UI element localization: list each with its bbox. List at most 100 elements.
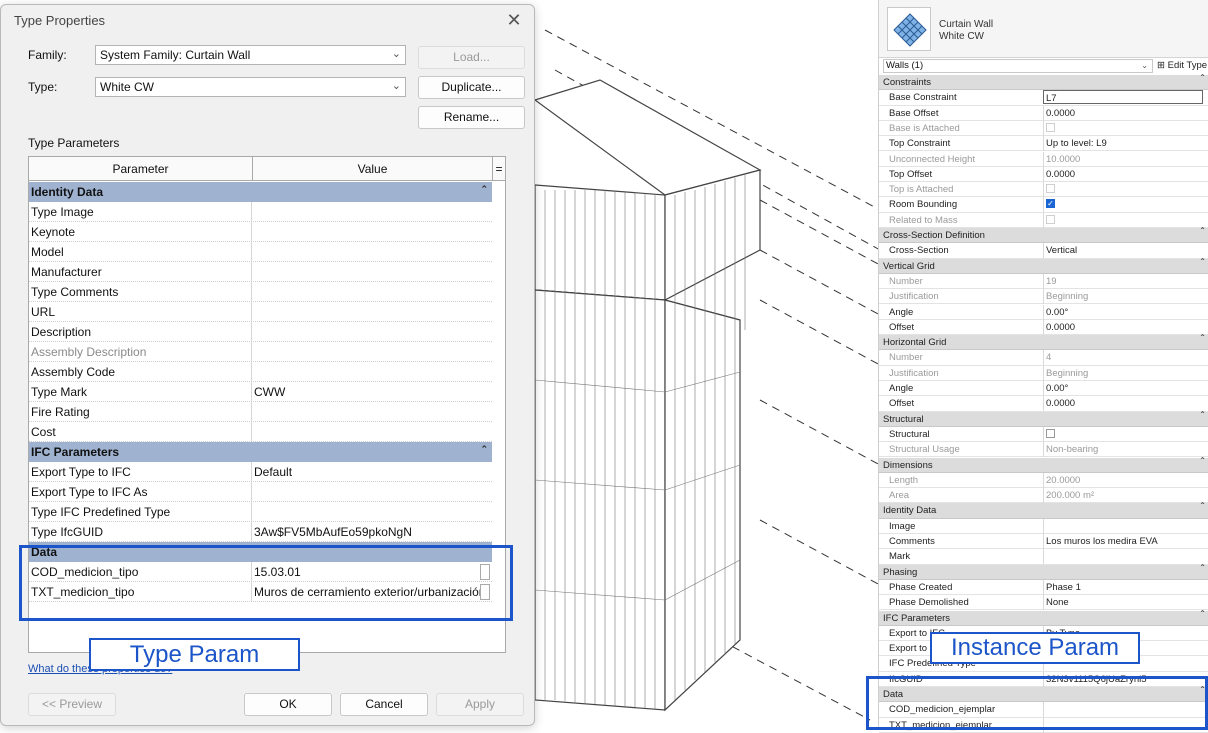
property-row[interactable]: Base Constraint L7 — [879, 90, 1208, 106]
parameter-row[interactable]: Assembly Code — [29, 362, 492, 382]
parameter-value[interactable] — [252, 302, 492, 322]
edit-type-button[interactable]: ⊞ Edit Type — [1157, 59, 1208, 73]
property-row[interactable]: Length 20.0000 — [879, 472, 1208, 489]
property-value[interactable]: ✓ — [1043, 197, 1203, 213]
property-row[interactable]: Related to Mass — [879, 212, 1208, 228]
group-header[interactable]: Identity Data ⌃ — [29, 182, 492, 202]
property-row[interactable]: Phase Created Phase 1 — [879, 579, 1208, 596]
collapse-icon[interactable]: ⌃ — [1199, 456, 1206, 465]
property-value[interactable] — [1043, 518, 1203, 534]
parameter-row[interactable]: Type Comments — [29, 282, 492, 302]
property-row[interactable]: Structural Usage Non-bearing — [879, 442, 1208, 458]
section-header[interactable]: Horizontal Grid ⌃ — [879, 333, 1208, 351]
section-header[interactable]: Structural ⌃ — [879, 410, 1208, 427]
checkbox[interactable] — [1046, 122, 1055, 132]
property-row[interactable]: Room Bounding ✓ — [879, 197, 1208, 213]
parameter-value[interactable] — [252, 202, 492, 222]
property-value[interactable]: 0.0000 — [1043, 166, 1203, 182]
parameter-value[interactable] — [252, 282, 492, 302]
property-row[interactable]: Mark — [879, 549, 1208, 565]
property-value[interactable]: Up to level: L9 — [1043, 136, 1203, 152]
property-value[interactable]: Los muros los medira EVA — [1043, 534, 1203, 549]
parameter-row[interactable]: Fire Rating — [29, 402, 492, 422]
collapse-icon[interactable]: ⌃ — [1199, 609, 1206, 618]
property-row[interactable]: Image — [879, 518, 1208, 534]
property-row[interactable]: Angle 0.00° — [879, 381, 1208, 397]
col-formula[interactable]: = — [493, 157, 505, 181]
checkbox[interactable] — [1046, 428, 1055, 438]
parameter-value[interactable]: CWW — [252, 382, 492, 402]
parameter-row[interactable]: Cost — [29, 422, 492, 442]
property-row[interactable]: Number 19 — [879, 273, 1208, 290]
parameter-value[interactable] — [252, 342, 492, 362]
duplicate-button[interactable]: Duplicate... — [418, 76, 525, 99]
collapse-icon[interactable]: ⌃ — [1199, 73, 1206, 82]
property-value[interactable] — [1043, 120, 1203, 136]
col-value[interactable]: Value — [253, 157, 493, 181]
parameter-row[interactable]: Model — [29, 242, 492, 262]
parameter-value[interactable] — [252, 402, 492, 422]
checkbox[interactable] — [1046, 214, 1055, 224]
section-header[interactable]: IFC Parameters ⌃ — [879, 609, 1208, 626]
apply-button[interactable]: Apply — [436, 693, 524, 716]
parameter-value[interactable]: 3Aw$FV5MbAufEo59pkoNgN — [252, 522, 492, 542]
parameter-value[interactable] — [252, 362, 492, 382]
parameter-value[interactable] — [252, 422, 492, 442]
section-header[interactable]: Vertical Grid ⌃ — [879, 257, 1208, 274]
property-row[interactable]: Area 200.000 m² — [879, 488, 1208, 504]
property-value[interactable]: 0.00° — [1043, 381, 1203, 396]
parameter-value[interactable] — [252, 482, 492, 502]
property-value[interactable]: 0.0000 — [1043, 105, 1203, 121]
parameter-row[interactable]: Type IfcGUID 3Aw$FV5MbAufEo59pkoNgN — [29, 522, 492, 542]
parameter-row[interactable]: Keynote — [29, 222, 492, 242]
property-row[interactable]: Justification Beginning — [879, 365, 1208, 381]
property-row[interactable]: Unconnected Height 10.0000 — [879, 151, 1208, 167]
property-row[interactable]: Base Offset 0.0000 — [879, 105, 1208, 121]
collapse-icon[interactable]: ⌃ — [1199, 410, 1206, 419]
section-header[interactable]: Constraints ⌃ — [879, 73, 1208, 91]
parameter-row[interactable]: Type IFC Predefined Type — [29, 502, 492, 522]
parameter-value[interactable] — [252, 502, 492, 522]
group-header[interactable]: IFC Parameters ⌃ — [29, 442, 492, 462]
property-row[interactable]: Angle 0.00° — [879, 304, 1208, 320]
parameter-row[interactable]: Type Mark CWW — [29, 382, 492, 402]
load-button[interactable]: Load... — [418, 46, 525, 69]
parameter-row[interactable]: Assembly Description — [29, 342, 492, 362]
property-row[interactable]: Structural — [879, 426, 1208, 443]
type-selector[interactable]: Curtain Wall White CW — [879, 0, 1208, 58]
close-icon[interactable]: ✕ — [504, 10, 524, 30]
property-value[interactable]: 0.00° — [1043, 304, 1203, 320]
property-value[interactable]: 0.0000 — [1043, 319, 1203, 335]
property-value[interactable]: Non-bearing — [1043, 442, 1203, 458]
parameter-row[interactable]: Export Type to IFC As — [29, 482, 492, 502]
property-value[interactable] — [1043, 426, 1203, 442]
parameter-row[interactable]: Description — [29, 322, 492, 342]
property-row[interactable]: Top is Attached — [879, 182, 1208, 198]
property-row[interactable]: Top Constraint Up to level: L9 — [879, 136, 1208, 152]
parameter-value[interactable] — [252, 222, 492, 242]
section-header[interactable]: Cross-Section Definition ⌃ — [879, 226, 1208, 244]
property-row[interactable]: Justification Beginning — [879, 289, 1208, 305]
property-value[interactable] — [1043, 182, 1203, 198]
ok-button[interactable]: OK — [244, 693, 332, 716]
property-row[interactable]: Top Offset 0.0000 — [879, 166, 1208, 183]
property-value[interactable] — [1043, 212, 1203, 228]
section-header[interactable]: Dimensions ⌃ — [879, 456, 1208, 473]
section-header[interactable]: Identity Data ⌃ — [879, 501, 1208, 519]
collapse-icon[interactable]: ⌃ — [1199, 563, 1206, 572]
parameter-row[interactable]: URL — [29, 302, 492, 322]
preview-button[interactable]: << Preview — [28, 693, 116, 716]
rename-button[interactable]: Rename... — [418, 106, 525, 129]
property-value[interactable] — [1043, 549, 1203, 565]
collapse-icon[interactable]: ⌃ — [1199, 226, 1206, 235]
property-row[interactable]: Offset 0.0000 — [879, 396, 1208, 412]
instance-filter-dropdown[interactable]: Walls (1) ⌄ — [883, 59, 1153, 73]
property-value[interactable]: 19 — [1043, 273, 1203, 289]
type-dropdown[interactable]: White CW ⌄ — [95, 77, 406, 97]
property-value[interactable]: None — [1043, 595, 1203, 611]
property-value[interactable]: 200.000 m² — [1043, 488, 1203, 504]
property-value[interactable]: L7 — [1043, 90, 1203, 105]
property-value[interactable]: Beginning — [1043, 365, 1203, 381]
parameter-value[interactable] — [252, 322, 492, 342]
property-value[interactable]: Phase 1 — [1043, 579, 1203, 595]
